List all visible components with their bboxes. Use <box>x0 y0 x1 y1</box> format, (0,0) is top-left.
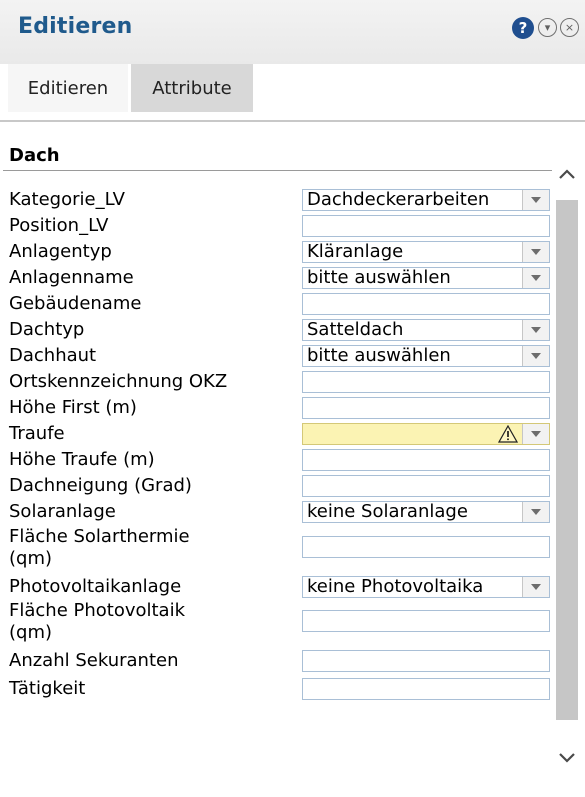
help-icon[interactable]: ? <box>512 17 534 39</box>
anlagenname-value: bitte auswählen <box>307 268 451 288</box>
chevron-down-icon[interactable] <box>522 424 549 444</box>
tab-editieren[interactable]: Editieren <box>8 64 128 112</box>
label-hoehe-first: Höhe First (m) <box>9 397 137 418</box>
chevron-up-icon[interactable] <box>555 162 579 186</box>
label-dachneigung: Dachneigung (Grad) <box>9 475 192 496</box>
section-title: Dach <box>9 145 60 166</box>
label-flaeche-solarthermie: Fläche Solarthermie <box>9 526 190 547</box>
label-dachtyp: Dachtyp <box>9 319 85 340</box>
label-kategorie-lv: Kategorie_LV <box>9 189 125 210</box>
position-lv-input[interactable] <box>302 215 550 237</box>
window-title: Editieren <box>18 14 133 39</box>
chevron-down-icon[interactable] <box>522 320 549 340</box>
kategorie-lv-select[interactable]: Dachdeckerarbeiten <box>302 189 550 211</box>
label-anlagentyp: Anlagentyp <box>9 241 112 262</box>
chevron-down-icon[interactable] <box>522 268 549 288</box>
label-traufe: Traufe <box>9 423 65 444</box>
chevron-down-icon[interactable] <box>555 746 579 770</box>
kategorie-lv-value: Dachdeckerarbeiten <box>307 190 490 210</box>
traufe-select[interactable] <box>302 423 550 445</box>
content-separator <box>0 120 585 122</box>
chevron-down-icon[interactable] <box>522 242 549 262</box>
photovoltaikanlage-select[interactable]: keine Photovoltaika <box>302 576 550 598</box>
label-anzahl-sekuranten: Anzahl Sekuranten <box>9 650 179 671</box>
label-hoehe-traufe: Höhe Traufe (m) <box>9 449 155 470</box>
label-ortskennzeichnung-okz: Ortskennzeichnung OKZ <box>9 371 228 392</box>
chevron-down-icon[interactable] <box>522 346 549 366</box>
label-taetigkeit: Tätigkeit <box>9 678 86 699</box>
anzahl-sekuranten-input[interactable] <box>302 650 550 672</box>
label-dachhaut: Dachhaut <box>9 345 97 366</box>
label-flaeche-photovoltaik: Fläche Photovoltaik <box>9 600 186 621</box>
dachtyp-select[interactable]: Satteldach <box>302 319 550 341</box>
label-anlagenname: Anlagenname <box>9 267 134 288</box>
anlagentyp-value: Kläranlage <box>307 242 404 262</box>
label-flaeche-solarthermie-unit: (qm) <box>9 548 53 569</box>
warning-icon <box>498 425 518 443</box>
dachhaut-value: bitte auswählen <box>307 346 451 366</box>
chevron-down-icon[interactable] <box>522 190 549 210</box>
label-position-lv: Position_LV <box>9 215 109 236</box>
taetigkeit-input[interactable] <box>302 678 550 700</box>
photovoltaikanlage-value: keine Photovoltaika <box>307 577 484 597</box>
solaranlage-select[interactable]: keine Solaranlage <box>302 501 550 523</box>
hoehe-traufe-input[interactable] <box>302 449 550 471</box>
tab-bar: Editieren Attribute <box>0 64 585 120</box>
collapse-icon[interactable]: ▾ <box>538 18 557 37</box>
solaranlage-value: keine Solaranlage <box>307 502 468 522</box>
dachneigung-input[interactable] <box>302 475 550 497</box>
window-titlebar: Editieren ? ▾ × <box>0 0 585 64</box>
chevron-down-icon[interactable] <box>522 577 549 597</box>
hoehe-first-input[interactable] <box>302 397 550 419</box>
section-divider <box>3 170 552 171</box>
flaeche-solarthermie-input[interactable] <box>302 536 550 558</box>
dachtyp-value: Satteldach <box>307 320 404 340</box>
tab-attribute[interactable]: Attribute <box>131 64 253 112</box>
ortskennzeichnung-okz-input[interactable] <box>302 371 550 393</box>
scrollbar-thumb[interactable] <box>556 200 578 720</box>
gebaeudename-input[interactable] <box>302 293 550 315</box>
label-flaeche-photovoltaik-unit: (qm) <box>9 622 53 643</box>
flaeche-photovoltaik-input[interactable] <box>302 610 550 632</box>
label-solaranlage: Solaranlage <box>9 501 116 522</box>
label-gebaeudename: Gebäudename <box>9 293 142 314</box>
anlagenname-select[interactable]: bitte auswählen <box>302 267 550 289</box>
dachhaut-select[interactable]: bitte auswählen <box>302 345 550 367</box>
label-photovoltaikanlage: Photovoltaikanlage <box>9 576 182 597</box>
chevron-down-icon[interactable] <box>522 502 549 522</box>
close-icon[interactable]: × <box>560 18 579 37</box>
anlagentyp-select[interactable]: Kläranlage <box>302 241 550 263</box>
